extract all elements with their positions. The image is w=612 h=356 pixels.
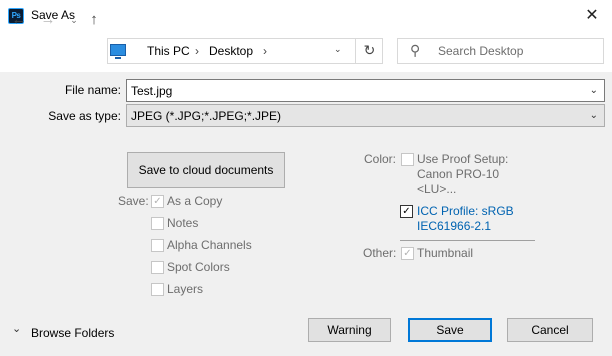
forward-arrow-icon[interactable]: → xyxy=(38,10,58,30)
search-placeholder[interactable]: Search Desktop xyxy=(438,44,523,58)
cancel-button[interactable]: Cancel xyxy=(507,318,593,342)
file-name-value[interactable]: Test.jpg xyxy=(131,84,172,98)
layers-checkbox[interactable] xyxy=(151,283,164,296)
chevron-down-icon[interactable]: ⌄ xyxy=(590,110,598,121)
refresh-icon[interactable]: ↻ xyxy=(355,38,383,64)
save-button[interactable]: Save xyxy=(408,318,492,342)
save-to-cloud-button[interactable]: Save to cloud documents xyxy=(127,152,285,188)
layers-label: Layers xyxy=(167,282,204,296)
file-name-label: File name: xyxy=(64,83,121,97)
this-pc-icon xyxy=(110,44,126,59)
file-name-field[interactable]: Test.jpg ⌄ xyxy=(126,79,605,102)
breadcrumb-separator-icon[interactable]: › xyxy=(195,44,199,58)
proof-profile-suffix-label: <LU>... xyxy=(417,182,457,196)
address-dropdown-chevron-icon[interactable]: ⌄ xyxy=(334,44,342,55)
notes-checkbox[interactable] xyxy=(151,217,164,230)
use-proof-setup-label: Use Proof Setup: xyxy=(417,152,509,166)
breadcrumb-separator-icon[interactable]: › xyxy=(263,44,267,58)
alpha-channels-label: Alpha Channels xyxy=(167,238,252,252)
save-as-type-value[interactable]: JPEG (*.JPG;*.JPEG;*.JPE) xyxy=(131,109,281,123)
browse-folders-toggle[interactable]: Browse Folders xyxy=(31,326,114,340)
as-a-copy-checkbox[interactable]: ✓ xyxy=(151,195,164,208)
warning-button[interactable]: Warning xyxy=(308,318,391,342)
breadcrumb-this-pc[interactable]: This PC xyxy=(147,44,190,58)
breadcrumb-desktop[interactable]: Desktop xyxy=(209,44,253,58)
browse-folders-chevron-icon[interactable]: ⌄ xyxy=(12,322,21,335)
spot-colors-label: Spot Colors xyxy=(167,260,230,274)
chevron-down-icon[interactable]: ⌄ xyxy=(590,85,598,96)
close-icon[interactable]: ✕ xyxy=(580,5,604,27)
thumbnail-label: Thumbnail xyxy=(417,246,474,260)
back-arrow-icon[interactable]: ← xyxy=(9,10,29,30)
alpha-channels-checkbox[interactable] xyxy=(151,239,164,252)
search-icon: ⚲ xyxy=(410,42,421,58)
save-options-label: Save: xyxy=(118,194,149,208)
icc-profile-name-label: IEC61966-2.1 xyxy=(417,219,492,233)
divider xyxy=(400,240,535,241)
icc-profile-checkbox[interactable]: ✓ xyxy=(400,205,413,218)
icc-profile-label: ICC Profile: sRGB xyxy=(417,204,514,218)
thumbnail-checkbox[interactable]: ✓ xyxy=(401,247,414,260)
use-proof-setup-checkbox[interactable] xyxy=(401,153,414,166)
recent-locations-chevron-icon[interactable]: ⌄ xyxy=(64,10,84,30)
spot-colors-checkbox[interactable] xyxy=(151,261,164,274)
other-label: Other: xyxy=(363,246,397,260)
proof-profile-label: Canon PRO-10 xyxy=(417,167,500,181)
as-a-copy-label: As a Copy xyxy=(167,194,223,208)
up-arrow-icon[interactable]: ↑ xyxy=(84,10,104,30)
save-as-type-select[interactable]: JPEG (*.JPG;*.JPEG;*.JPE) ⌄ xyxy=(126,104,605,127)
save-as-type-label: Save as type: xyxy=(48,109,121,123)
color-label: Color: xyxy=(364,152,397,166)
notes-label: Notes xyxy=(167,216,199,230)
